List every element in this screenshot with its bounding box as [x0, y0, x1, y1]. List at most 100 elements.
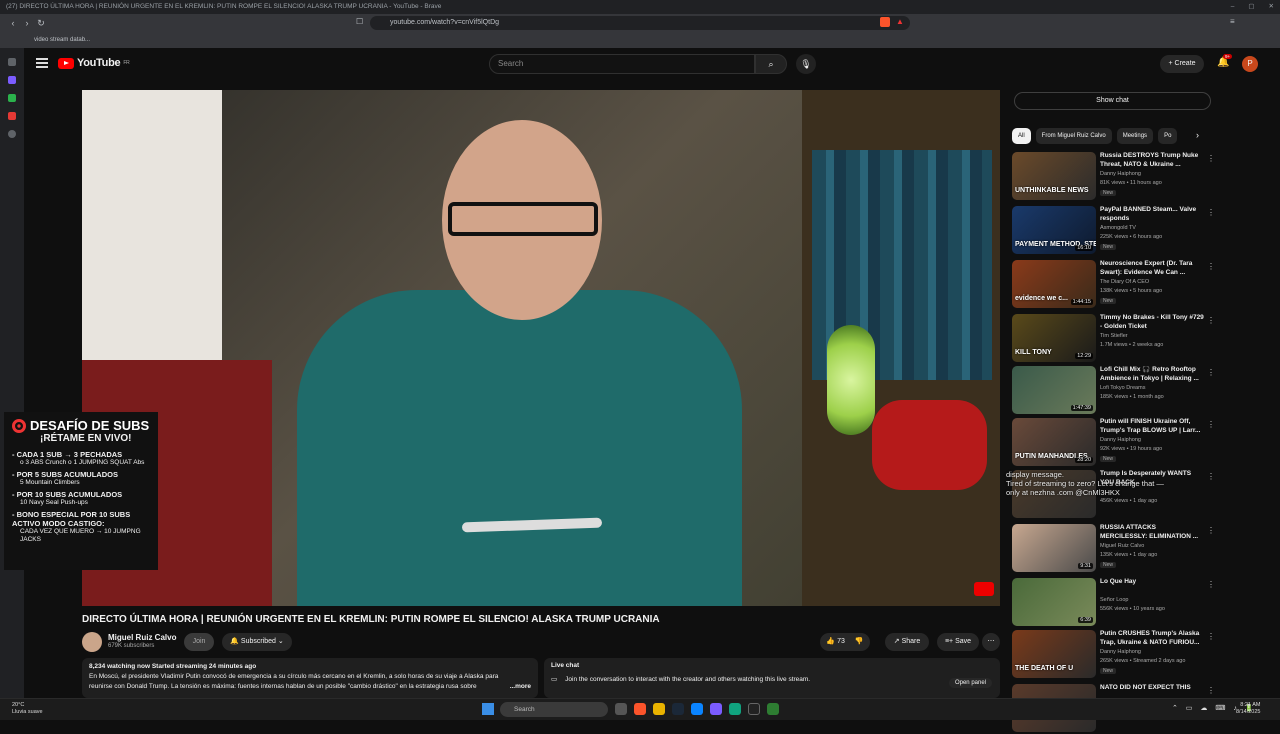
search-input[interactable]: Search [489, 54, 755, 74]
app-icon[interactable] [748, 703, 760, 715]
recommendation-title[interactable]: RUSSIA ATTACKS MERCILESSLY: ELIMINATION … [1100, 524, 1204, 541]
recommendation-title[interactable]: Russia DESTROYS Trump Nuke Threat, NATO … [1100, 152, 1204, 169]
more-vertical-icon[interactable]: ⋮ [1207, 526, 1215, 535]
chip-meetings[interactable]: Meetings [1116, 128, 1154, 144]
recommendation-channel[interactable]: Tim Stiefler [1100, 333, 1128, 339]
task-view-icon[interactable] [615, 703, 627, 715]
menu-icon[interactable]: ≡ [1230, 17, 1235, 26]
recommendation-item[interactable]: 1:47:39 Lofi Chill Mix 🎧 Retro Rooftop Am… [1012, 366, 1215, 416]
chevron-right-icon[interactable]: › [1196, 130, 1199, 140]
more-vertical-icon[interactable]: ⋮ [1207, 580, 1215, 589]
more-vertical-icon[interactable]: ⋮ [1207, 262, 1215, 271]
youtube-app-icon[interactable] [8, 112, 16, 120]
video-thumbnail[interactable]: KILL TONY 12:29 [1012, 314, 1096, 362]
back-icon[interactable]: ‹ [6, 18, 20, 28]
video-player[interactable] [82, 90, 1000, 606]
recommendation-channel[interactable]: Lofi Tokyo Dreams [1100, 385, 1145, 391]
chip-all[interactable]: All [1012, 128, 1031, 144]
more-vertical-icon[interactable]: ⋮ [1207, 208, 1215, 217]
chip-from-channel[interactable]: From Miguel Ruiz Calvo [1035, 128, 1112, 144]
more-vertical-icon[interactable]: ⋮ [1207, 632, 1215, 641]
reload-icon[interactable]: ↻ [34, 18, 48, 29]
edge-icon[interactable] [691, 703, 703, 715]
recommendation-channel[interactable]: Asmongold TV [1100, 225, 1136, 231]
sidebar-panel-icon[interactable] [8, 58, 16, 66]
notifications-button[interactable]: 🔔 9+ [1217, 54, 1233, 68]
recommendation-channel[interactable]: Danny Haiphong [1100, 437, 1141, 443]
add-icon[interactable] [8, 130, 16, 138]
more-vertical-icon[interactable]: ⋮ [1207, 472, 1215, 481]
share-button[interactable]: ↗ Share [885, 633, 929, 651]
voice-search-button[interactable]: 🎙 [796, 54, 816, 74]
show-chat-button[interactable]: Show chat [1014, 92, 1211, 110]
recommendation-channel[interactable]: Señor Loop [1100, 597, 1128, 603]
description-more-link[interactable]: ...more [510, 682, 531, 692]
clock[interactable]: 8:21 AM 8/14/2025 [1236, 702, 1260, 716]
avatar[interactable]: P [1242, 56, 1258, 72]
video-thumbnail[interactable]: 1:47:39 [1012, 366, 1096, 414]
join-button[interactable]: Join [184, 633, 214, 651]
chip-more[interactable]: Po [1158, 128, 1178, 144]
recommendation-title[interactable]: Lo Que Hay [1100, 578, 1204, 587]
channel-watermark-icon[interactable] [974, 582, 994, 596]
channel-avatar[interactable] [82, 632, 102, 652]
more-vertical-icon[interactable]: ⋮ [1207, 316, 1215, 325]
recommendation-item[interactable]: 6:39 Lo Que Hay Señor Loop 556K views • 10 … [1012, 578, 1215, 628]
video-thumbnail[interactable]: PAYMENT METHOD, STEP 216:10 [1012, 206, 1096, 254]
url-field[interactable]: youtube.com/watch?v=cnVif5lQtDg [370, 16, 910, 30]
recommendation-item[interactable]: evidence we c... 1:44:15 Neuroscience Expe… [1012, 260, 1215, 310]
bookmark-icon[interactable]: ☐ [356, 17, 363, 26]
create-button[interactable]: + Create [1160, 55, 1204, 73]
recommendation-title[interactable]: NATO DID NOT EXPECT THIS [1100, 684, 1204, 693]
video-thumbnail[interactable]: UNTHINKABLE NEWS [1012, 152, 1096, 200]
more-vertical-icon[interactable]: ⋮ [1207, 154, 1215, 163]
video-thumbnail[interactable]: 6:39 [1012, 578, 1096, 626]
rewards-icon[interactable]: ▲ [896, 17, 904, 26]
taskbar-search[interactable]: Search [500, 702, 608, 717]
video-thumbnail[interactable]: PUTIN MANHANDLES 28:20 [1012, 418, 1096, 466]
brave-icon[interactable] [634, 703, 646, 715]
subscribed-button[interactable]: 🔔 Subscribed ⌄ [222, 633, 292, 651]
more-actions-button[interactable]: ⋯ [982, 633, 1000, 651]
bookmark-item[interactable]: video stream datab... [34, 37, 90, 43]
search-button[interactable]: ⌕ [755, 54, 787, 74]
recommendation-item[interactable]: UNTHINKABLE NEWS Russia DESTROYS Trump Nu… [1012, 152, 1215, 202]
video-thumbnail[interactable]: THE DEATH OF U [1012, 630, 1096, 678]
save-button[interactable]: ≡+ Save [937, 633, 979, 651]
recommendation-title[interactable]: Neuroscience Expert (Dr. Tara Swart): Ev… [1100, 260, 1204, 277]
recommendation-channel[interactable]: Danny Haiphong [1100, 649, 1141, 655]
recommendation-item[interactable]: 9:31 RUSSIA ATTACKS MERCILESSLY: ELIMINAT… [1012, 524, 1215, 574]
app-icon[interactable] [710, 703, 722, 715]
recommendation-item[interactable]: PUTIN MANHANDLES 28:20 Putin will FINISH U… [1012, 418, 1215, 468]
recommendation-channel[interactable]: The Diary Of A CEO [1100, 279, 1149, 285]
forward-icon[interactable]: › [20, 18, 34, 28]
leo-icon[interactable] [8, 76, 16, 84]
maximize-icon[interactable]: ▢ [1248, 0, 1254, 14]
app-icon[interactable] [767, 703, 779, 715]
recommendation-title[interactable]: Lofi Chill Mix 🎧 Retro Rooftop Ambience … [1100, 366, 1204, 383]
close-icon[interactable]: ✕ [1269, 0, 1274, 14]
channel-name[interactable]: Miguel Ruiz Calvo [108, 633, 176, 642]
weather-widget[interactable]: 20°C Lluvia suave [12, 702, 43, 715]
more-vertical-icon[interactable]: ⋮ [1207, 368, 1215, 377]
like-button[interactable]: 👍 73 [826, 638, 844, 645]
recommendation-title[interactable]: Timmy No Brakes - Kill Tony #729 - Golde… [1100, 314, 1204, 331]
brave-shield-icon[interactable] [880, 17, 890, 27]
steam-icon[interactable] [672, 703, 684, 715]
recommendation-title[interactable]: Putin will FINISH Ukraine Off, Trump's T… [1100, 418, 1204, 435]
recommendation-item[interactable]: KILL TONY 12:29 Timmy No Brakes - Kill Ton… [1012, 314, 1215, 364]
recommendation-title[interactable]: Putin CRUSHES Trump's Alaska Trap, Ukrai… [1100, 630, 1204, 647]
recommendation-item[interactable]: PAYMENT METHOD, STEP 216:10PayPal BANNED… [1012, 206, 1215, 256]
video-thumbnail[interactable]: 9:31 [1012, 524, 1096, 572]
dislike-button[interactable]: 👎 [855, 638, 864, 645]
open-panel-button[interactable]: Open panel [948, 678, 992, 688]
chatgpt-icon[interactable] [729, 703, 741, 715]
recommendation-item[interactable]: THE DEATH OF U Putin CRUSHES Trump's Alas… [1012, 630, 1215, 680]
more-vertical-icon[interactable]: ⋮ [1207, 686, 1215, 695]
minimize-icon[interactable]: – [1231, 0, 1235, 14]
recommendation-channel[interactable]: Miguel Ruiz Calvo [1100, 543, 1144, 549]
recommendation-title[interactable]: PayPal BANNED Steam... Valve responds [1100, 206, 1204, 223]
video-thumbnail[interactable]: evidence we c... 1:44:15 [1012, 260, 1096, 308]
description-box[interactable]: 8,234 watching now Started streaming 24 … [82, 658, 538, 698]
windows-start-icon[interactable] [482, 703, 494, 715]
